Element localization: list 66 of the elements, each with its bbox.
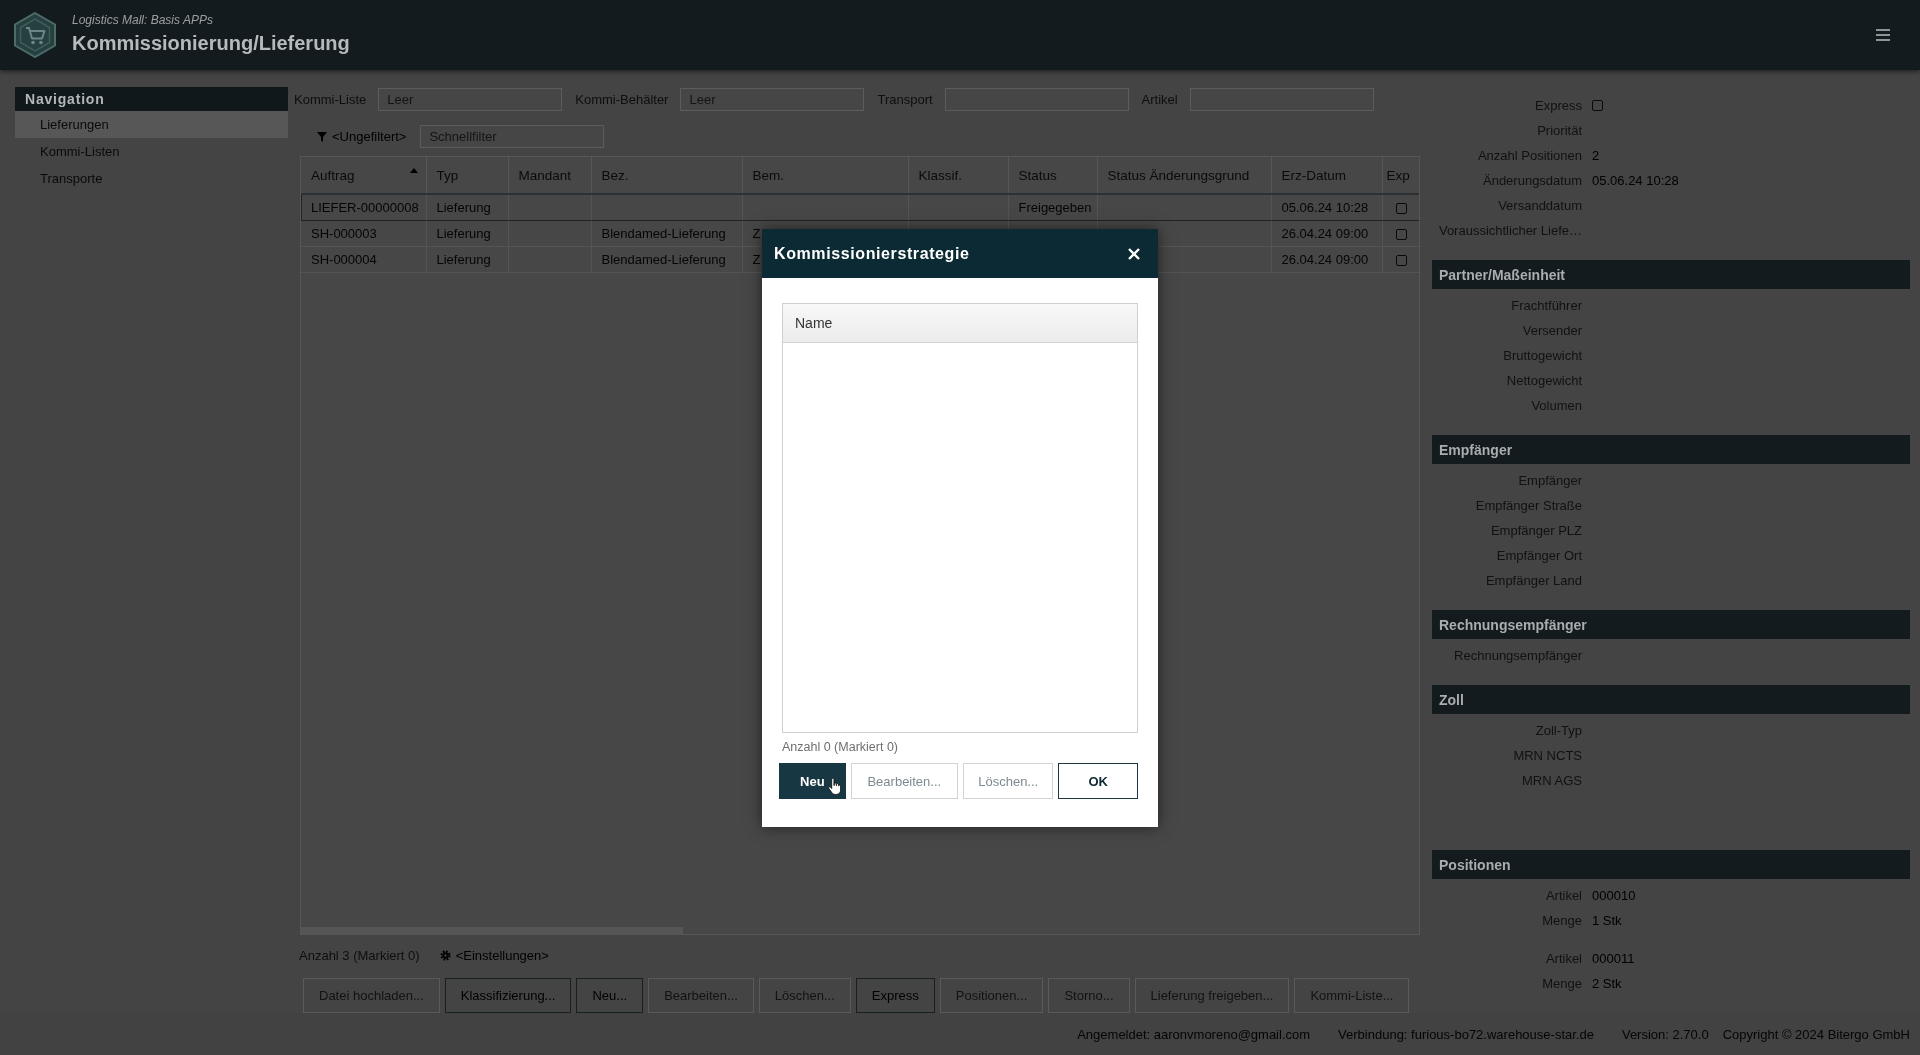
table-cell: 26.04.24 09:00 xyxy=(1271,220,1382,247)
field-value: 05.06.24 10:28 xyxy=(1592,173,1680,188)
filter-menu[interactable]: <Ungefiltert> xyxy=(317,129,407,144)
nav-item[interactable]: Lieferungen xyxy=(15,111,288,138)
hand-cursor-icon xyxy=(828,778,841,795)
field-value: 2 xyxy=(1592,148,1601,163)
table-cell: Blendamed-Lieferung xyxy=(591,246,742,273)
table-cell: Lieferung xyxy=(426,194,508,221)
section-header: Partner/Maßeinheit xyxy=(1432,260,1910,289)
column-header[interactable]: Status xyxy=(1008,157,1097,194)
checkbox[interactable] xyxy=(1592,100,1603,111)
status-text: Copyright © 2024 Bitergo GmbH xyxy=(1722,1026,1910,1042)
status-text: Angemeldet: aaronvmoreno@gmail.com xyxy=(1077,1026,1311,1042)
table-cell: Lieferung xyxy=(426,220,508,247)
checkbox[interactable] xyxy=(1396,203,1407,215)
filter-field[interactable] xyxy=(944,87,1129,111)
field-value: 1 Stk xyxy=(1592,913,1623,928)
table-cell: Freigegeben xyxy=(1008,194,1097,221)
nav-item[interactable]: Kommi-Listen xyxy=(15,138,288,165)
column-header[interactable]: Mandant xyxy=(508,157,591,194)
sort-ascending-icon xyxy=(409,168,418,173)
column-header[interactable]: Bem. xyxy=(742,157,908,194)
settings-icon xyxy=(439,949,451,961)
table-cell: Lieferung xyxy=(426,246,508,273)
settings-menu[interactable]: <Einstellungen> xyxy=(439,947,549,963)
close-icon[interactable] xyxy=(1128,247,1140,260)
filter-field[interactable] xyxy=(1189,87,1374,111)
table-cell: SH-000004 xyxy=(301,246,426,273)
column-header[interactable]: Name xyxy=(783,304,1137,343)
row-count: Anzahl 0 (Markiert 0) xyxy=(782,739,899,755)
logo-icon xyxy=(14,12,56,58)
navigation-header: Navigation xyxy=(15,87,288,111)
section-header: Empfänger xyxy=(1432,435,1910,464)
column-header[interactable]: Bez. xyxy=(591,157,742,194)
section-header: Zoll xyxy=(1432,685,1910,714)
dialog-button[interactable]: OK xyxy=(1058,763,1138,799)
table-cell: 26.04.24 09:00 xyxy=(1271,246,1382,273)
checkbox[interactable] xyxy=(1396,255,1407,267)
field-value: 000011 xyxy=(1592,951,1636,966)
app-subtitle: Logistics Mall: Basis APPs xyxy=(72,13,214,27)
column-header[interactable]: Exp xyxy=(1382,157,1419,194)
table-cell: LIEFER-00000008 xyxy=(301,194,426,221)
status-text: Version: 2.70.0 xyxy=(1621,1026,1709,1042)
table-cell: 05.06.24 10:28 xyxy=(1271,194,1382,221)
table-cell: Blendamed-Lieferung xyxy=(591,220,742,247)
column-header[interactable]: Typ xyxy=(426,157,508,194)
field-value: 2 Stk xyxy=(1592,976,1623,991)
column-header[interactable]: Klassif. xyxy=(908,157,1008,194)
checkbox[interactable] xyxy=(1396,229,1407,241)
column-header[interactable]: Status Änderungsgrund xyxy=(1097,157,1271,194)
action-button[interactable]: Express xyxy=(855,978,935,1013)
nav-item[interactable]: Transporte xyxy=(15,165,288,192)
section-header: Rechnungsempfänger xyxy=(1432,610,1910,639)
field-value: 000010 xyxy=(1592,888,1637,903)
status-text: Verbindung: furious-bo72.warehouse-star.de xyxy=(1338,1026,1594,1042)
menu-icon[interactable] xyxy=(1876,29,1890,41)
filter-icon xyxy=(317,131,327,142)
table-cell: SH-000003 xyxy=(301,220,426,247)
dialog-button[interactable]: Neu xyxy=(779,763,846,799)
action-button[interactable]: Klassifizierung... xyxy=(444,978,572,1013)
page-title: Kommissionierung/Lieferung xyxy=(72,32,350,55)
action-button[interactable]: Neu... xyxy=(576,978,644,1013)
column-header[interactable]: Auftrag xyxy=(301,157,426,194)
section-header: Positionen xyxy=(1432,850,1910,879)
column-header[interactable]: Erz-Datum xyxy=(1271,157,1382,194)
table-row[interactable]: LIEFER-00000008 Lieferung Freigegeben 05.06.24 10:28 xyxy=(301,194,1419,221)
